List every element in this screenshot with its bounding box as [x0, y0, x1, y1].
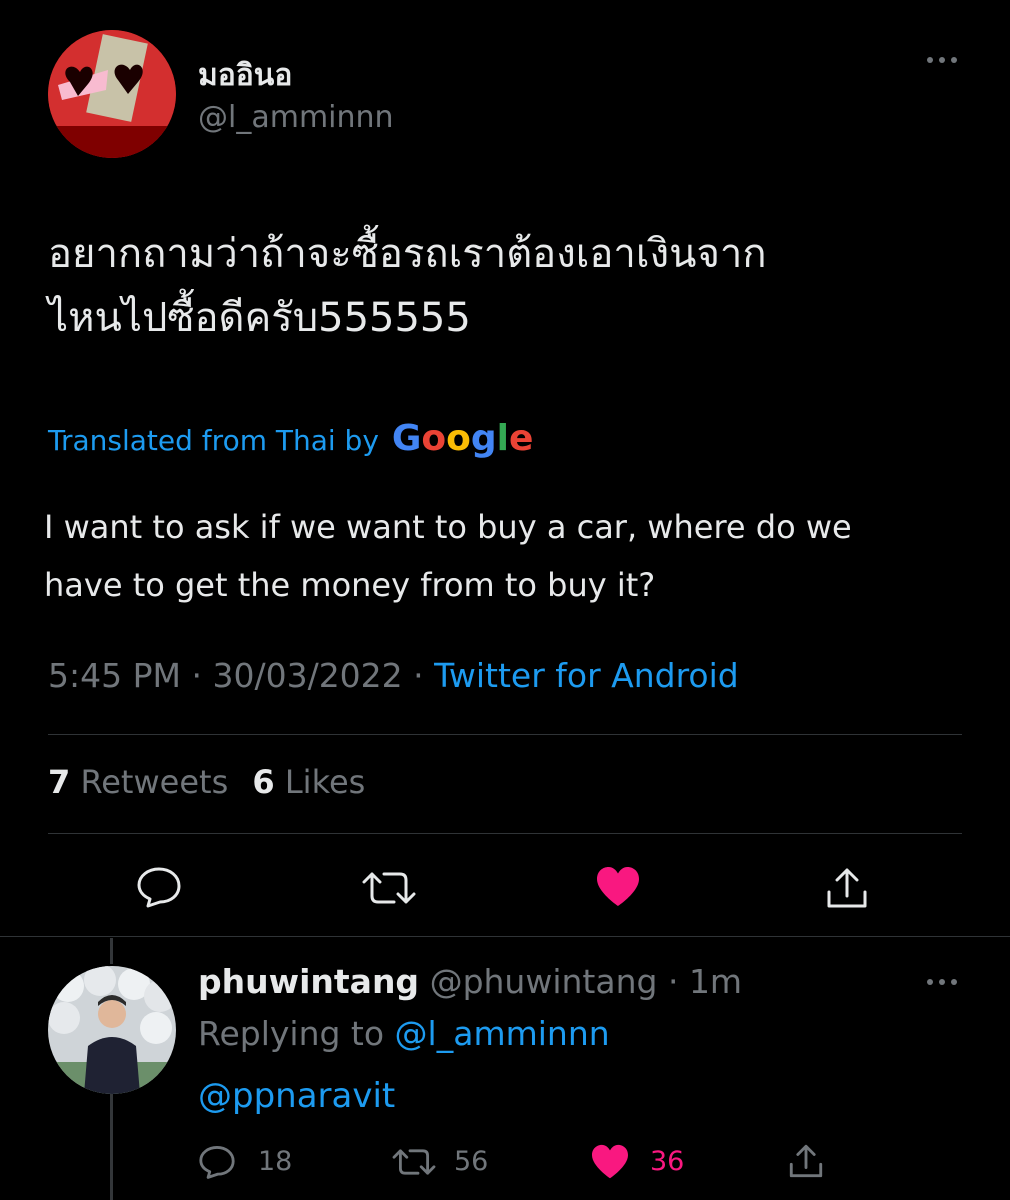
avatar-image	[48, 30, 176, 158]
reply-retweet-icon[interactable]	[392, 1146, 436, 1178]
thread-line	[110, 938, 113, 964]
meta-separator: ·	[191, 656, 202, 695]
divider	[0, 936, 1010, 937]
google-logo: Google	[391, 418, 534, 459]
tweet-source[interactable]: Twitter for Android	[434, 656, 739, 695]
divider	[48, 833, 962, 834]
reply-reply-count: 18	[258, 1146, 293, 1177]
reply-reply-icon[interactable]	[198, 1145, 236, 1179]
share-icon[interactable]	[825, 866, 869, 910]
reply-icon[interactable]	[136, 866, 182, 908]
likes-stat[interactable]: 6 Likes	[252, 763, 365, 801]
reply-author-avatar[interactable]	[48, 966, 176, 1094]
like-count: 6	[252, 763, 275, 801]
translated-text-line: I want to ask if we want to buy a car, w…	[44, 508, 852, 546]
translated-text: I want to ask if we want to buy a car, w…	[44, 498, 852, 614]
like-icon[interactable]	[595, 866, 641, 908]
reply-author-handle[interactable]: @phuwintang	[430, 962, 658, 1001]
replying-to-label: Replying to	[198, 1014, 385, 1053]
thread-line	[110, 1094, 113, 1200]
reply-like-count: 36	[650, 1146, 685, 1177]
reply-text[interactable]: @ppnaravit	[198, 1076, 395, 1116]
tweet-date[interactable]: 30/03/2022	[212, 656, 402, 695]
engagement-stats: 7 Retweets 6 Likes	[48, 763, 365, 801]
reply-more-options-icon[interactable]	[924, 976, 960, 988]
reply-separator: ·	[667, 962, 679, 1001]
more-options-icon[interactable]	[924, 54, 960, 66]
tweet-text: อยากถามว่าถ้าจะซื้อรถเราต้องเอาเงินจาก ไ…	[48, 222, 767, 350]
reply-like-icon[interactable]	[590, 1144, 630, 1180]
tweet-text-line: อยากถามว่าถ้าจะซื้อรถเราต้องเอาเงินจาก	[48, 231, 767, 277]
translated-text-line: have to get the money from to buy it?	[44, 566, 656, 604]
reply-author-name[interactable]: phuwintang	[198, 962, 419, 1001]
retweets-stat[interactable]: 7 Retweets	[48, 763, 238, 801]
like-label: Likes	[284, 763, 366, 801]
retweet-count: 7	[48, 763, 71, 801]
author-name[interactable]: มออินอ	[198, 52, 292, 99]
author-handle[interactable]: @l_amminnn	[198, 100, 394, 135]
replying-to: Replying to @l_amminnn	[198, 1014, 610, 1053]
reply-age[interactable]: 1m	[689, 962, 742, 1001]
replying-to-handle[interactable]: @l_amminnn	[395, 1014, 610, 1053]
translation-attribution[interactable]: Translated from Thai by Google	[48, 418, 533, 459]
translation-label: Translated from Thai by	[48, 424, 379, 457]
meta-separator: ·	[413, 656, 424, 695]
divider	[48, 734, 962, 735]
tweet-text-line: ไหนไปซื้อดีครับ555555	[48, 295, 471, 341]
reply-retweet-count: 56	[454, 1146, 489, 1177]
avatar-image	[48, 966, 176, 1094]
reply-header: phuwintang @phuwintang · 1m	[198, 962, 742, 1001]
author-avatar[interactable]	[48, 30, 176, 158]
tweet-meta: 5:45 PM · 30/03/2022 · Twitter for Andro…	[48, 656, 739, 695]
tweet-time[interactable]: 5:45 PM	[48, 656, 181, 695]
retweet-icon[interactable]	[362, 868, 416, 908]
reply-share-icon[interactable]	[788, 1143, 824, 1179]
retweet-label: Retweets	[80, 763, 229, 801]
